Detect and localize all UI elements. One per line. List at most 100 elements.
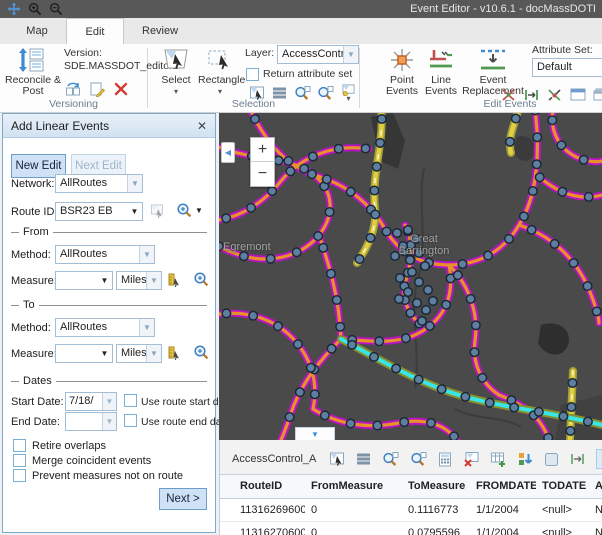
column-header-fromdate[interactable]: FROMDATE — [470, 475, 536, 498]
attribute-table[interactable]: RouteID FromMeasure ToMeasure FROMDATE T… — [220, 475, 602, 535]
select-tool-button[interactable]: Select▾ — [158, 47, 194, 97]
tab-edit[interactable]: Edit — [66, 18, 124, 44]
new-version-icon[interactable] — [88, 80, 105, 97]
layer-select-arrow[interactable]: ▼ — [343, 46, 358, 63]
to-method-arrow[interactable]: ▼ — [139, 319, 154, 336]
return-attribute-set-checkbox[interactable] — [246, 68, 259, 81]
panel-close-icon[interactable]: ✕ — [197, 119, 207, 133]
prevent-measures-checkbox[interactable] — [13, 469, 26, 482]
use-route-end-checkbox[interactable] — [124, 414, 137, 427]
table-measure-icon[interactable] — [570, 451, 585, 468]
zoom-in-tool-icon[interactable] — [27, 2, 42, 17]
network-select-arrow[interactable]: ▼ — [127, 175, 142, 192]
cell-fromdate[interactable]: 1/1/2004 — [470, 498, 536, 521]
table-sort-icon[interactable] — [517, 451, 533, 468]
attribute-set-select[interactable]: Default — [532, 58, 602, 77]
tab-review[interactable]: Review — [124, 18, 196, 44]
column-header-frommeasure[interactable]: FromMeasure — [305, 475, 402, 498]
cell-fromdate[interactable]: 1/1/2004 — [470, 521, 536, 535]
start-date-input[interactable]: 7/18/▼ — [65, 392, 117, 411]
layer-select[interactable]: AccessControl_A▼ — [277, 45, 359, 64]
table-row[interactable]: 11316269600 0 0.1116773 1/1/2004 <null> … — [220, 498, 602, 521]
next-button[interactable]: Next > — [159, 488, 207, 510]
to-unit-arrow[interactable]: ▼ — [146, 345, 161, 362]
from-zoom-icon[interactable] — [192, 270, 210, 288]
column-header-todate[interactable]: TODATE — [536, 475, 589, 498]
to-measure-arrow[interactable]: ▼ — [97, 345, 112, 362]
map-zoom-out-button[interactable]: − — [251, 162, 274, 186]
column-header-routeid[interactable]: RouteID — [234, 475, 305, 498]
route-zoom-arrow[interactable]: ▼ — [195, 206, 203, 215]
table-row[interactable]: 11316270600 0 0.0795596 1/1/2004 <null> … — [220, 521, 602, 535]
from-section-divider: From — [11, 226, 207, 238]
start-date-arrow[interactable]: ▼ — [102, 393, 116, 410]
point-events-button[interactable]: Point Events — [382, 47, 422, 97]
merge-coincident-checkbox[interactable] — [13, 454, 26, 467]
rectangle-select-button[interactable]: Rectangle▾ — [198, 47, 242, 97]
table-list-icon[interactable] — [356, 451, 371, 468]
cell[interactable] — [220, 521, 234, 535]
from-unit-arrow[interactable]: ▼ — [146, 272, 161, 289]
cell-todate[interactable]: <null> — [536, 498, 589, 521]
line-events-button[interactable]: Line Events — [422, 47, 460, 97]
cell-ac[interactable]: N — [589, 521, 602, 535]
table-header-row: RouteID FromMeasure ToMeasure FROMDATE T… — [220, 475, 602, 498]
table-select-features-icon[interactable] — [329, 451, 345, 468]
network-select[interactable]: AllRoutes▼ — [55, 174, 143, 193]
table-clear-selection-icon[interactable] — [463, 451, 479, 468]
cell-todate[interactable]: <null> — [536, 521, 589, 535]
cell-ac[interactable]: N — [589, 498, 602, 521]
select-dropdown-arrow[interactable]: ▾ — [174, 87, 178, 96]
end-date-input[interactable]: ▼ — [65, 412, 117, 431]
table-partial-button[interactable]: S — [596, 449, 602, 469]
to-measure-combo[interactable]: ▼ — [55, 344, 113, 363]
from-measure-arrow[interactable]: ▼ — [97, 272, 112, 289]
to-method-select[interactable]: AllRoutes▼ — [55, 318, 155, 337]
retire-overlaps-checkbox[interactable] — [13, 439, 26, 452]
collapse-panel-arrow[interactable]: ◀ — [221, 142, 235, 163]
merge-coincident-label: Merge coincident events — [32, 455, 151, 467]
table-calculator-icon[interactable] — [438, 451, 452, 468]
to-measure-on-map-icon[interactable] — [166, 344, 184, 362]
from-unit-select[interactable]: Miles▼ — [116, 271, 162, 290]
map-zoom-in-button[interactable]: + — [251, 138, 274, 162]
cell-tomeasure[interactable]: 0.0795596 — [402, 521, 470, 535]
pan-tool-icon[interactable] — [6, 2, 21, 17]
table-collapse-tab[interactable]: ▼ — [295, 427, 335, 440]
to-zoom-icon[interactable] — [192, 343, 210, 361]
to-unit-select[interactable]: Miles▼ — [116, 344, 162, 363]
from-method-arrow[interactable]: ▼ — [139, 246, 154, 263]
route-zoom-icon[interactable] — [175, 201, 193, 219]
zoom-out-tool-icon[interactable] — [48, 2, 63, 17]
cell-routeid[interactable]: 11316269600 — [234, 498, 305, 521]
table-identify-icon[interactable] — [544, 451, 559, 468]
column-header-tomeasure[interactable]: ToMeasure — [402, 475, 470, 498]
cell-routeid[interactable]: 11316270600 — [234, 521, 305, 535]
cell-tomeasure[interactable]: 0.1116773 — [402, 498, 470, 521]
rectangle-dropdown-arrow[interactable]: ▾ — [218, 87, 222, 96]
route-id-combo-arrow[interactable]: ▼ — [127, 203, 142, 220]
reconcile-post-button[interactable]: Reconcile & Post — [4, 47, 62, 97]
end-date-arrow[interactable]: ▼ — [102, 413, 116, 430]
map-viewport[interactable]: Egremont Great Barrington ◀ + − ▼ — [219, 113, 602, 440]
route-id-combo[interactable]: BSR23 EB▼ — [55, 202, 143, 221]
delete-version-icon[interactable] — [112, 80, 129, 97]
table-pan-to-selected-icon[interactable] — [410, 451, 427, 468]
table-zoom-to-selected-icon[interactable] — [382, 451, 399, 468]
column-header-ac[interactable]: AC — [589, 475, 602, 498]
cell-frommeasure[interactable]: 0 — [305, 521, 402, 535]
from-measure-combo[interactable]: ▼ — [55, 271, 113, 290]
change-version-icon[interactable] — [64, 80, 81, 97]
to-section-divider: To — [11, 299, 207, 311]
select-route-on-map-icon[interactable] — [149, 202, 167, 220]
cell-frommeasure[interactable]: 0 — [305, 498, 402, 521]
from-measure-on-map-icon[interactable] — [166, 271, 184, 289]
cell[interactable] — [220, 498, 234, 521]
network-label: Network: — [11, 178, 54, 190]
table-add-row-icon[interactable] — [490, 451, 506, 468]
column-header[interactable] — [220, 475, 234, 498]
use-route-start-checkbox[interactable] — [124, 394, 137, 407]
tab-map[interactable]: Map — [8, 18, 66, 44]
map-canvas[interactable] — [219, 113, 602, 440]
from-method-select[interactable]: AllRoutes▼ — [55, 245, 155, 264]
